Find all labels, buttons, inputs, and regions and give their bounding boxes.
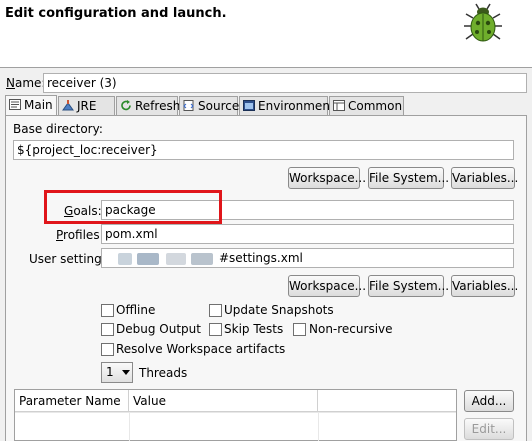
goals-highlight-box xyxy=(44,190,222,224)
variables-button-2[interactable]: Variables... xyxy=(451,275,519,297)
source-tab-icon xyxy=(183,100,194,111)
page-title: Edit configuration and launch. xyxy=(5,6,227,21)
threads-label: Threads xyxy=(139,366,188,380)
main-tab-icon xyxy=(9,99,21,110)
tab-refresh[interactable]: Refresh xyxy=(116,96,181,115)
resolve-workspace-checkbox[interactable] xyxy=(101,343,114,356)
name-input[interactable]: receiver (3) xyxy=(43,73,527,93)
edit-button[interactable]: Edit... xyxy=(464,418,514,440)
user-settings-input[interactable]: #settings.xml xyxy=(101,248,514,268)
file-system-button-2-label: File System... xyxy=(369,279,450,293)
profiles-input[interactable]: pom.xml xyxy=(101,224,514,244)
tab-common-label: Common xyxy=(348,99,403,113)
tab-environment-label: Environment xyxy=(258,99,335,113)
base-directory-input[interactable]: ${project_loc:receiver} xyxy=(13,140,514,160)
tab-environment[interactable]: Environment xyxy=(239,96,335,115)
update-snapshots-checkbox[interactable] xyxy=(209,304,222,317)
chevron-down-icon xyxy=(122,370,130,375)
tab-main[interactable]: Main xyxy=(5,95,57,116)
file-system-button-1[interactable]: File System... xyxy=(368,167,449,189)
variables-button-1[interactable]: Variables... xyxy=(451,167,519,189)
add-button-label: Add... xyxy=(471,394,507,408)
debug-output-checkbox[interactable] xyxy=(101,323,114,336)
skip-tests-checkbox[interactable] xyxy=(209,323,222,336)
redacted-path-segment xyxy=(191,253,213,265)
tab-source[interactable]: Source xyxy=(179,96,240,115)
file-system-button-2[interactable]: File System... xyxy=(368,275,449,297)
threads-value: 1 xyxy=(106,365,114,379)
workspace-button-2[interactable]: Workspace... xyxy=(288,275,366,297)
offline-label: Offline xyxy=(116,303,156,317)
non-recursive-checkbox[interactable] xyxy=(293,323,306,336)
environment-tab-icon xyxy=(243,100,255,111)
skip-tests-label: Skip Tests xyxy=(224,322,284,336)
redacted-path-segment xyxy=(118,253,132,265)
file-system-button-1-label: File System... xyxy=(369,171,450,185)
add-button[interactable]: Add... xyxy=(464,390,514,412)
non-recursive-label: Non-recursive xyxy=(309,322,393,336)
base-directory-label: Base directory: xyxy=(13,122,103,136)
table-column-divider xyxy=(318,412,319,441)
variables-button-1-label: Variables... xyxy=(452,171,519,185)
workspace-button-2-label: Workspace... xyxy=(289,279,367,293)
variables-button-2-label: Variables... xyxy=(452,279,519,293)
table-header-value: Value xyxy=(129,390,318,412)
threads-select[interactable]: 1 xyxy=(101,362,133,383)
jre-tab-icon xyxy=(62,100,74,111)
table-header-parameter-name: Parameter Name xyxy=(15,390,129,412)
tab-main-label: Main xyxy=(24,98,53,112)
workspace-button-1-label: Workspace... xyxy=(289,171,367,185)
debug-output-label: Debug Output xyxy=(116,322,201,336)
header-banner: Edit configuration and launch. xyxy=(0,0,532,68)
parameters-table[interactable]: Parameter Name Value xyxy=(14,389,457,441)
update-snapshots-label: Update Snapshots xyxy=(224,303,334,317)
offline-checkbox[interactable] xyxy=(101,304,114,317)
tab-common[interactable]: Common xyxy=(329,96,404,115)
table-header-blank xyxy=(318,390,456,412)
workspace-button-1[interactable]: Workspace... xyxy=(288,167,366,189)
tab-jre[interactable]: JRE xyxy=(58,96,115,115)
tab-refresh-label: Refresh xyxy=(135,99,181,113)
name-label: Name: xyxy=(6,76,46,90)
table-column-divider xyxy=(129,412,130,441)
tab-source-label: Source xyxy=(198,99,240,113)
refresh-tab-icon xyxy=(121,100,131,111)
tab-jre-label: JRE xyxy=(77,99,97,113)
resolve-workspace-label: Resolve Workspace artifacts xyxy=(116,342,286,356)
redacted-path-segment xyxy=(166,253,186,265)
bug-icon xyxy=(464,3,502,42)
redacted-path-segment xyxy=(137,253,159,265)
user-settings-label: User settings: xyxy=(29,252,113,266)
table-row-divider xyxy=(15,412,456,413)
common-tab-icon xyxy=(333,100,345,111)
edit-button-label: Edit... xyxy=(471,422,507,436)
profiles-label: Profiles: xyxy=(56,228,104,242)
